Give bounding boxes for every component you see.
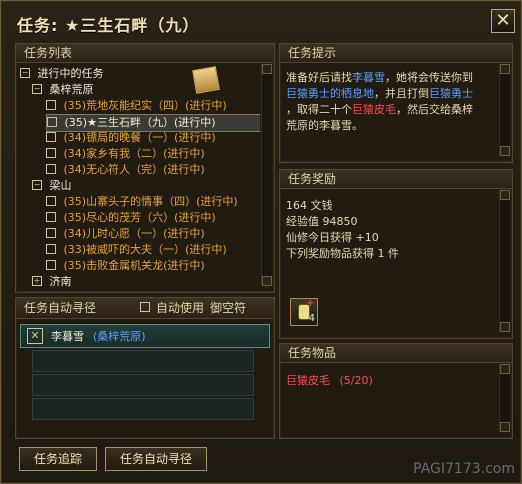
checkbox-icon[interactable] bbox=[46, 260, 56, 270]
task-hint-header: 任务提示 bbox=[280, 44, 512, 63]
task-reward-panel: 任务奖励 164 文钱 经验值 94850 仙修今日获得 +10 下列奖励物品获… bbox=[279, 169, 513, 339]
checkbox-icon[interactable] bbox=[46, 100, 56, 110]
task-auto-path-button[interactable]: 任务自动寻径 bbox=[105, 447, 207, 471]
quest-window: 任务: ★三生石畔（九） ✕ 任务列表 − 进行中的任务 − 桑梓荒原 (35)… bbox=[0, 0, 522, 484]
hint-line: 准备好后请找李暮雪，她将会传送你到 bbox=[286, 71, 473, 84]
minus-icon[interactable]: − bbox=[20, 68, 30, 78]
hint-line: 巨猿勇士的栖息地，并且打倒巨猿勇士 bbox=[286, 87, 473, 100]
path-slot[interactable] bbox=[32, 398, 254, 420]
task-item[interactable]: (34)无心符人（完）(进行中) bbox=[46, 162, 205, 178]
minus-icon[interactable]: − bbox=[32, 84, 42, 94]
auto-path-entry[interactable]: ✕ 李暮雪 (桑梓荒原) bbox=[20, 324, 270, 348]
reward-line-money: 164 文钱 bbox=[286, 199, 333, 212]
task-track-button[interactable]: 任务追踪 bbox=[19, 447, 97, 471]
checkbox-icon[interactable] bbox=[46, 212, 56, 222]
close-button[interactable]: ✕ bbox=[491, 9, 515, 33]
task-item[interactable]: (35)山寨头子的情事（四）(进行中) bbox=[46, 194, 238, 210]
checkbox-icon[interactable] bbox=[46, 196, 56, 206]
task-tree: − 进行中的任务 − 桑梓荒原 (35)荒地灰能纪实（四）(进行中) (35)★… bbox=[20, 64, 260, 288]
task-list-panel: 任务列表 − 进行中的任务 − 桑梓荒原 (35)荒地灰能纪实（四）(进行中) … bbox=[15, 43, 275, 293]
quest-scroll-icon bbox=[192, 66, 220, 94]
checkbox-icon[interactable] bbox=[46, 244, 56, 254]
plus-icon: + bbox=[306, 298, 315, 309]
minus-icon[interactable]: − bbox=[32, 180, 42, 190]
path-slot[interactable] bbox=[32, 374, 254, 396]
crossed-swords-icon: ✕ bbox=[27, 328, 43, 344]
auto-path-panel: 任务自动寻径 自动使用 御空符 ✕ 李暮雪 (桑梓荒原) bbox=[15, 297, 275, 439]
task-hint-scrollbar[interactable] bbox=[499, 64, 510, 156]
task-item[interactable]: (34)镖局的晚餐（一）(进行中) bbox=[46, 130, 216, 146]
task-reward-scrollbar[interactable] bbox=[499, 190, 510, 332]
task-hint-text: 准备好后请找李暮雪，她将会传送你到 巨猿勇士的栖息地，并且打倒巨猿勇士 ，取得二… bbox=[286, 70, 494, 134]
reward-line-items: 下列奖励物品获得 1 件 bbox=[286, 247, 399, 260]
task-item[interactable]: (34)儿时心愿（一）(进行中) bbox=[46, 226, 205, 242]
reward-item-slot[interactable]: + 4 bbox=[290, 298, 318, 326]
scroll-down-button[interactable] bbox=[262, 276, 272, 286]
reward-line-xianxiu: 仙修今日获得 +10 bbox=[286, 231, 379, 244]
scroll-up-button[interactable] bbox=[500, 364, 510, 374]
checkbox-icon[interactable] bbox=[46, 132, 56, 142]
task-item[interactable]: (35)荒地灰能纪实（四）(进行中) bbox=[46, 98, 227, 114]
watermark: PAGI7173.com bbox=[413, 461, 515, 477]
task-item[interactable]: (35)尽心的茂芳（六）(进行中) bbox=[46, 210, 216, 226]
auto-path-header: 任务自动寻径 自动使用 御空符 bbox=[16, 298, 274, 319]
scroll-down-button[interactable] bbox=[500, 322, 510, 332]
window-title: 任务: ★三生石畔（九） bbox=[17, 16, 200, 35]
tree-node-liangshan[interactable]: − 梁山 bbox=[32, 178, 72, 194]
checkbox-icon[interactable] bbox=[46, 164, 56, 174]
task-list-scrollbar[interactable] bbox=[261, 64, 272, 286]
scroll-down-button[interactable] bbox=[500, 422, 510, 432]
scroll-up-button[interactable] bbox=[262, 64, 272, 74]
task-item[interactable]: (34)家乡有我（二）(进行中) bbox=[46, 146, 205, 162]
title-bar: 任务: ★三生石畔（九） bbox=[5, 5, 485, 39]
scroll-up-button[interactable] bbox=[500, 190, 510, 200]
checkbox-icon[interactable] bbox=[47, 117, 57, 127]
tree-node-sangzi[interactable]: − 桑梓荒原 bbox=[32, 82, 94, 98]
scroll-down-button[interactable] bbox=[500, 146, 510, 156]
task-item-progress: 巨猿皮毛 (5/20) bbox=[286, 374, 373, 387]
reward-text: 164 文钱 经验值 94850 仙修今日获得 +10 下列奖励物品获得 1 件 bbox=[286, 198, 494, 262]
task-hint-panel: 任务提示 准备好后请找李暮雪，她将会传送你到 巨猿勇士的栖息地，并且打倒巨猿勇士… bbox=[279, 43, 513, 163]
scroll-up-button[interactable] bbox=[500, 64, 510, 74]
item-count: 4 bbox=[308, 313, 315, 324]
plus-icon[interactable]: + bbox=[32, 276, 42, 286]
checkbox-icon[interactable] bbox=[46, 148, 56, 158]
task-reward-header: 任务奖励 bbox=[280, 170, 512, 189]
auto-use-checkbox[interactable] bbox=[140, 302, 150, 312]
reward-line-exp: 经验值 94850 bbox=[286, 215, 358, 228]
checkbox-icon[interactable] bbox=[46, 228, 56, 238]
task-items-header: 任务物品 bbox=[280, 344, 512, 363]
tree-node-jinan[interactable]: + 济南 bbox=[32, 274, 72, 288]
task-item[interactable]: (33)被威吓的大夫（一）(进行中) bbox=[46, 242, 227, 258]
hint-line: ，取得二十个巨猿皮毛，然后交给桑梓 bbox=[286, 103, 473, 116]
task-item[interactable]: (35)击败金属机关龙(进行中) bbox=[46, 258, 205, 274]
task-list-header: 任务列表 bbox=[16, 44, 274, 63]
hint-line: 荒原的李暮雪。 bbox=[286, 119, 363, 132]
task-items-panel: 任务物品 巨猿皮毛 (5/20) bbox=[279, 343, 513, 439]
tree-node-ongoing[interactable]: − 进行中的任务 bbox=[20, 66, 104, 82]
task-items-scrollbar[interactable] bbox=[499, 364, 510, 432]
path-slot[interactable] bbox=[32, 350, 254, 372]
